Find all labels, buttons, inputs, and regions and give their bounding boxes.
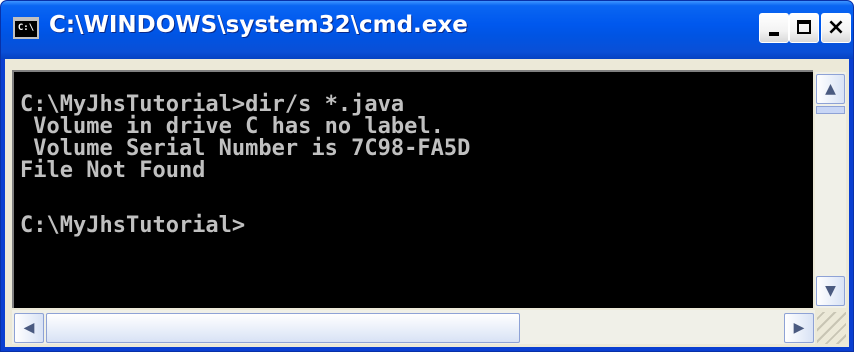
maximize-icon — [797, 20, 811, 34]
cmd-console-icon[interactable]: C:\ — [13, 17, 39, 39]
resize-grip-icon[interactable] — [817, 312, 846, 344]
scroll-right-button[interactable]: ▶ — [784, 313, 814, 343]
vertical-scrollbar[interactable]: ▲ ▼ — [815, 72, 846, 308]
console-output-area[interactable]: C:\MyJhsTutorial>dir/s *.java Volume in … — [12, 70, 813, 308]
console-line-prompt: C:\MyJhsTutorial> — [20, 213, 246, 238]
scroll-left-button[interactable]: ◀ — [14, 313, 44, 343]
horizontal-scroll-thumb[interactable] — [46, 313, 520, 343]
horizontal-scrollbar[interactable]: ◀ ▶ — [12, 310, 815, 344]
close-button[interactable]: × — [821, 13, 851, 43]
console-line-command: C:\MyJhsTutorial>dir/s *.java — [20, 92, 405, 117]
vertical-scroll-thumb[interactable] — [816, 106, 845, 114]
scroll-up-button[interactable]: ▲ — [816, 74, 845, 104]
minimize-icon — [769, 32, 779, 36]
scroll-down-arrow-icon: ▼ — [825, 283, 836, 299]
maximize-button[interactable] — [789, 13, 819, 43]
window-title: C:\WINDOWS\system32\cmd.exe — [49, 12, 468, 38]
console-line-serial-number: Volume Serial Number is 7C98-FA5D — [20, 136, 471, 161]
close-icon: × — [826, 15, 846, 40]
minimize-button[interactable] — [759, 13, 789, 43]
console-line-result: File Not Found — [20, 158, 206, 183]
scroll-down-button[interactable]: ▼ — [816, 276, 845, 306]
title-bar[interactable]: C:\ C:\WINDOWS\system32\cmd.exe × — [1, 1, 853, 59]
scroll-left-arrow-icon: ◀ — [23, 320, 35, 336]
console-line-volume-label: Volume in drive C has no label. — [20, 114, 444, 139]
scroll-right-arrow-icon: ▶ — [793, 320, 805, 336]
scroll-up-arrow-icon: ▲ — [825, 81, 836, 97]
